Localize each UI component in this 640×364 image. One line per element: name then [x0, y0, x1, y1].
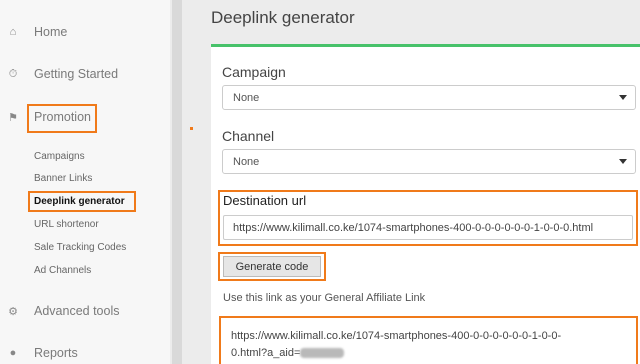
sidebar-item-advanced-tools[interactable]: ⚙ Advanced tools [0, 296, 119, 326]
sidebar-subitem-ad-channels[interactable]: Ad Channels [34, 265, 91, 276]
channel-label: Channel [222, 128, 275, 144]
timer-icon: ⏱ [8, 67, 18, 80]
generated-link-line1: https://www.kilimall.co.ke/1074-smartpho… [231, 330, 562, 342]
sidebar-item-reports[interactable]: ● Reports [0, 338, 78, 364]
caret-down-icon [619, 95, 627, 100]
promotion-highlight [27, 104, 97, 133]
sidebar-item-label: Reports [34, 346, 78, 360]
sidebar-item-getting-started[interactable]: ⏱ Getting Started [0, 59, 118, 89]
caret-down-icon [619, 159, 627, 164]
campaign-select[interactable]: None [222, 85, 636, 110]
destination-url-label: Destination url [223, 193, 307, 208]
page-title: Deeplink generator [211, 8, 355, 27]
sidebar-subitem-banner-links[interactable]: Banner Links [34, 173, 92, 184]
sidebar-subitem-sale-tracking[interactable]: Sale Tracking Codes [34, 242, 126, 253]
redacted-id [300, 348, 345, 359]
accent-dot [190, 127, 193, 130]
channel-select-value: None [233, 155, 260, 168]
generated-link-line2-wrap: 0.html?a_aid= [231, 345, 626, 362]
megaphone-icon: ⚑ [8, 111, 18, 124]
home-icon: ⌂ [9, 26, 17, 38]
campaign-label: Campaign [222, 64, 286, 80]
deeplink-highlight [28, 191, 136, 212]
sidebar-item-label: Getting Started [34, 67, 119, 81]
generated-link[interactable]: https://www.kilimall.co.ke/1074-smartpho… [231, 328, 626, 362]
sidebar-item-label: Advanced tools [34, 304, 120, 318]
sidebar-subitem-campaigns[interactable]: Campaigns [34, 151, 85, 162]
generate-code-button[interactable]: Generate code [223, 256, 321, 277]
destination-url-input[interactable]: https://www.kilimall.co.ke/1074-smartpho… [223, 215, 633, 240]
gear-icon: ⚙ [8, 305, 18, 318]
channel-select[interactable]: None [222, 149, 636, 174]
chart-icon: ● [9, 347, 17, 359]
sidebar-divider [172, 0, 182, 364]
main-content: Deeplink generator [182, 0, 640, 364]
sidebar-item-home[interactable]: ⌂ Home [0, 17, 68, 47]
sidebar-subitem-url-shortenor[interactable]: URL shortenor [34, 219, 99, 230]
affiliate-link-caption: Use this link as your General Affiliate … [223, 292, 426, 304]
sidebar-item-label: Home [34, 25, 68, 39]
campaign-select-value: None [233, 91, 260, 104]
generated-link-line2: 0.html?a_aid= [231, 347, 301, 359]
sidebar: ⌂ Home ⏱ Getting Started ⚑ Promotion Cam… [0, 0, 170, 364]
